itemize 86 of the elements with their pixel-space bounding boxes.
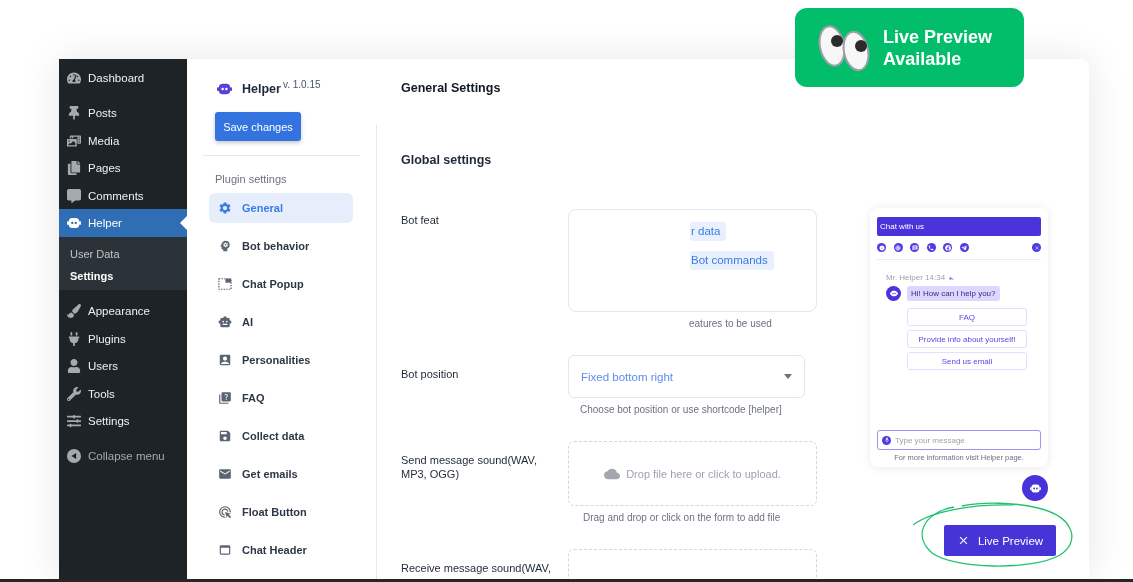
badge-title: Live Preview Available: [883, 25, 994, 70]
message-input[interactable]: Type your message: [877, 430, 1041, 450]
nav-heading: Plugin settings: [215, 172, 287, 186]
contact-card-icon: [218, 353, 232, 367]
menu-item[interactable]: Appearance: [59, 297, 187, 325]
help-text: Drag and drop or click on the form to add file: [582, 512, 782, 524]
nav-item[interactable]: Personalities: [209, 345, 353, 375]
collapse-menu-button[interactable]: Collapse menu: [59, 442, 187, 470]
user-icon: [67, 359, 81, 373]
field-label: Receive message sound(WAV,: [401, 561, 552, 576]
menu-item[interactable]: Posts: [59, 99, 187, 127]
field-label: Send message sound(WAV, MP3, OGG): [401, 453, 538, 482]
live-preview-button[interactable]: Live Preview: [944, 525, 1056, 556]
head-gear-icon: [218, 239, 232, 253]
version-label: v. 1.0.15: [282, 79, 321, 91]
quick-reply-button[interactable]: Send us email: [907, 352, 1027, 370]
nav-item[interactable]: Collect data: [209, 421, 353, 451]
quick-reply-button[interactable]: FAQ: [907, 308, 1027, 326]
nav-item[interactable]: Bot behavior: [209, 231, 353, 261]
quick-reply-button[interactable]: Provide info about yourself!: [907, 330, 1027, 348]
question-stack-icon: [218, 391, 232, 405]
save-icon: [218, 429, 232, 443]
chat-header: Chat with us: [877, 217, 1041, 236]
wrench-icon: [67, 386, 81, 401]
close-icon[interactable]: [1032, 243, 1041, 252]
globe-icon[interactable]: [893, 243, 903, 252]
info-icon[interactable]: [877, 243, 886, 252]
nav-item[interactable]: Chat Header: [209, 535, 353, 565]
images-icon: [67, 133, 81, 148]
robot-icon: [1029, 483, 1041, 493]
menu-item[interactable]: Media: [59, 126, 187, 155]
submenu-item[interactable]: User Data: [59, 242, 187, 265]
menu-item[interactable]: Users: [59, 352, 187, 380]
save-button[interactable]: Save changes: [215, 112, 301, 141]
paintbrush-icon: [67, 304, 81, 318]
menu-item[interactable]: Helper: [59, 209, 187, 237]
menu-item[interactable]: Plugins: [59, 324, 187, 353]
pages-icon: [67, 161, 81, 175]
nav-item[interactable]: FAQ: [209, 383, 353, 413]
robot-logo-icon: [217, 83, 232, 95]
menu-item[interactable]: Tools: [59, 379, 187, 408]
caret-icon: [784, 374, 792, 379]
plugin-title: Helper: [242, 81, 281, 97]
tag-chip: Bot commands: [690, 251, 774, 270]
tags-field[interactable]: r data Bot commands: [568, 209, 817, 312]
speech-bubble-icon: [67, 188, 81, 203]
tag-chip: r data: [690, 222, 727, 241]
sliders-icon: [67, 414, 81, 428]
field-label: Bot feat: [401, 213, 440, 228]
message-icon[interactable]: [910, 243, 920, 252]
phone-icon[interactable]: [926, 243, 936, 252]
message-bubble: Hi! How can I help you?: [907, 286, 1000, 301]
eyes-icon: [818, 23, 870, 72]
page-title: General Settings: [401, 81, 501, 96]
chat-launcher-button[interactable]: [1022, 475, 1048, 501]
menu-item[interactable]: Pages: [59, 154, 187, 182]
collapse-icon: [67, 449, 81, 463]
sender-meta: Mr. Helper 14:34: [886, 273, 946, 283]
nav-item[interactable]: Chat Popup: [209, 269, 353, 299]
section-title: Global settings: [401, 153, 492, 168]
microphone-icon[interactable]: [882, 435, 891, 445]
plug-icon: [67, 331, 81, 346]
settings-icon: [218, 201, 232, 215]
paper-plane-icon[interactable]: [959, 243, 969, 252]
robot-icon: [67, 216, 81, 230]
reply-icon: [948, 274, 956, 282]
field-label: Bot position: [401, 367, 460, 382]
help-text: eatures to be used: [688, 318, 773, 330]
menu-item[interactable]: Dashboard: [59, 64, 187, 92]
window-icon: [218, 543, 232, 557]
menu-item[interactable]: Comments: [59, 181, 187, 210]
submenu-item[interactable]: Settings: [59, 264, 187, 287]
bot-avatar-icon: [886, 286, 901, 301]
nav-item[interactable]: AI: [209, 307, 353, 337]
nav-item[interactable]: Float Button: [209, 497, 353, 527]
envelope-icon: [218, 467, 232, 481]
nav-item[interactable]: Get emails: [209, 459, 353, 489]
help-text: Choose bot position or use shortcode [helper]: [579, 404, 783, 416]
menu-item[interactable]: Settings: [59, 407, 187, 435]
nav-item[interactable]: General: [209, 193, 353, 223]
robot-icon: [218, 315, 232, 329]
facebook-icon[interactable]: [943, 243, 953, 252]
pin-icon: [67, 106, 81, 120]
dashed-window-icon: [218, 277, 232, 291]
click-target-icon: [218, 505, 232, 519]
gauge-icon: [67, 71, 81, 85]
